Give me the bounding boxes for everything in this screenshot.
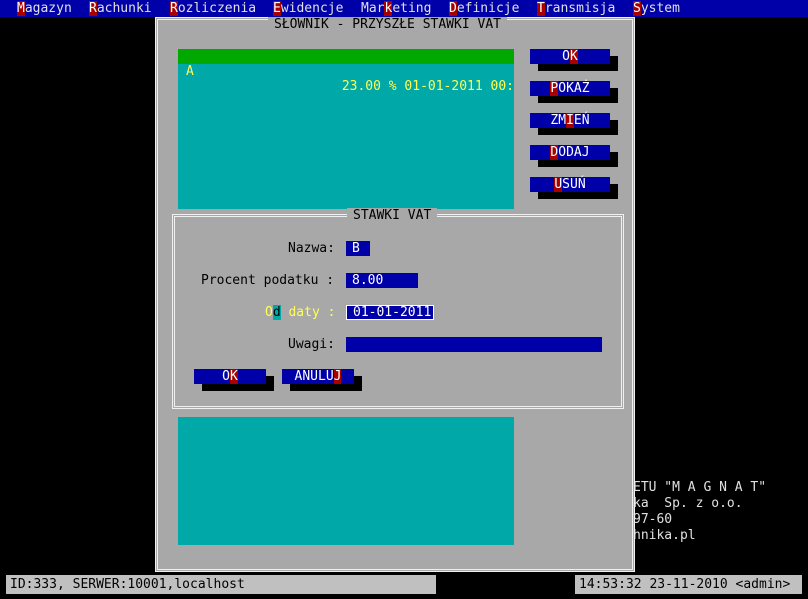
status-bar: ID:333, SERWER:10001,localhost 14:53:32 … xyxy=(0,575,808,599)
menu-rozliczenia[interactable]: Rozliczenia xyxy=(170,0,256,17)
connection-status: ID:333, SERWER:10001,localhost xyxy=(6,575,436,594)
clock-user-status: 14:53:32 23-11-2010 <admin> xyxy=(575,575,802,594)
menu-bar: Magazyn Rachunki Rozliczenia Ewidencje M… xyxy=(0,0,808,17)
vat-rate-list[interactable]: A 23.00 % 01-01-2011 00: xyxy=(178,49,514,209)
notes-label: Uwagi: xyxy=(288,337,335,352)
menu-transmisja[interactable]: Transmisja xyxy=(537,0,615,17)
menu-marketing[interactable]: Marketing xyxy=(361,0,431,17)
dialog-title: SŁOWNIK - PRZYSZŁE STAWKI VAT xyxy=(268,17,507,32)
vat-dictionary-dialog: SŁOWNIK - PRZYSZŁE STAWKI VAT A 23.00 % … xyxy=(155,17,635,572)
list-item-selected[interactable]: A 23.00 % 01-01-2011 00: xyxy=(178,49,514,94)
text-cursor: d xyxy=(272,305,281,320)
menu-ewidencje[interactable]: Ewidencje xyxy=(273,0,343,17)
menu-system[interactable]: System xyxy=(633,0,680,17)
date-from-label: Od daty : xyxy=(265,305,336,320)
percent-field[interactable]: 8.00 xyxy=(346,273,418,288)
notes-field[interactable] xyxy=(346,337,602,352)
list-item-code: A xyxy=(186,64,194,79)
company-postal: 97-60 xyxy=(633,512,673,527)
form-title: STAWKI VAT xyxy=(347,208,438,223)
list-item-value: 23.00 % 01-01-2011 00: xyxy=(341,79,514,94)
percent-label: Procent podatku : xyxy=(201,273,335,288)
name-field[interactable]: B xyxy=(346,241,370,256)
name-label: Nazwa: xyxy=(288,241,335,256)
company-name: ETU "M A G N A T" xyxy=(633,480,767,495)
company-form: ka Sp. z o.o. xyxy=(633,496,743,511)
menu-definicje[interactable]: Definicje xyxy=(449,0,519,17)
company-web: hnika.pl xyxy=(633,528,696,543)
date-from-field[interactable]: 01-01-2011 xyxy=(346,305,434,320)
details-panel xyxy=(178,417,514,545)
menu-rachunki[interactable]: Rachunki xyxy=(89,0,152,17)
menu-magazyn[interactable]: Magazyn xyxy=(17,0,72,17)
